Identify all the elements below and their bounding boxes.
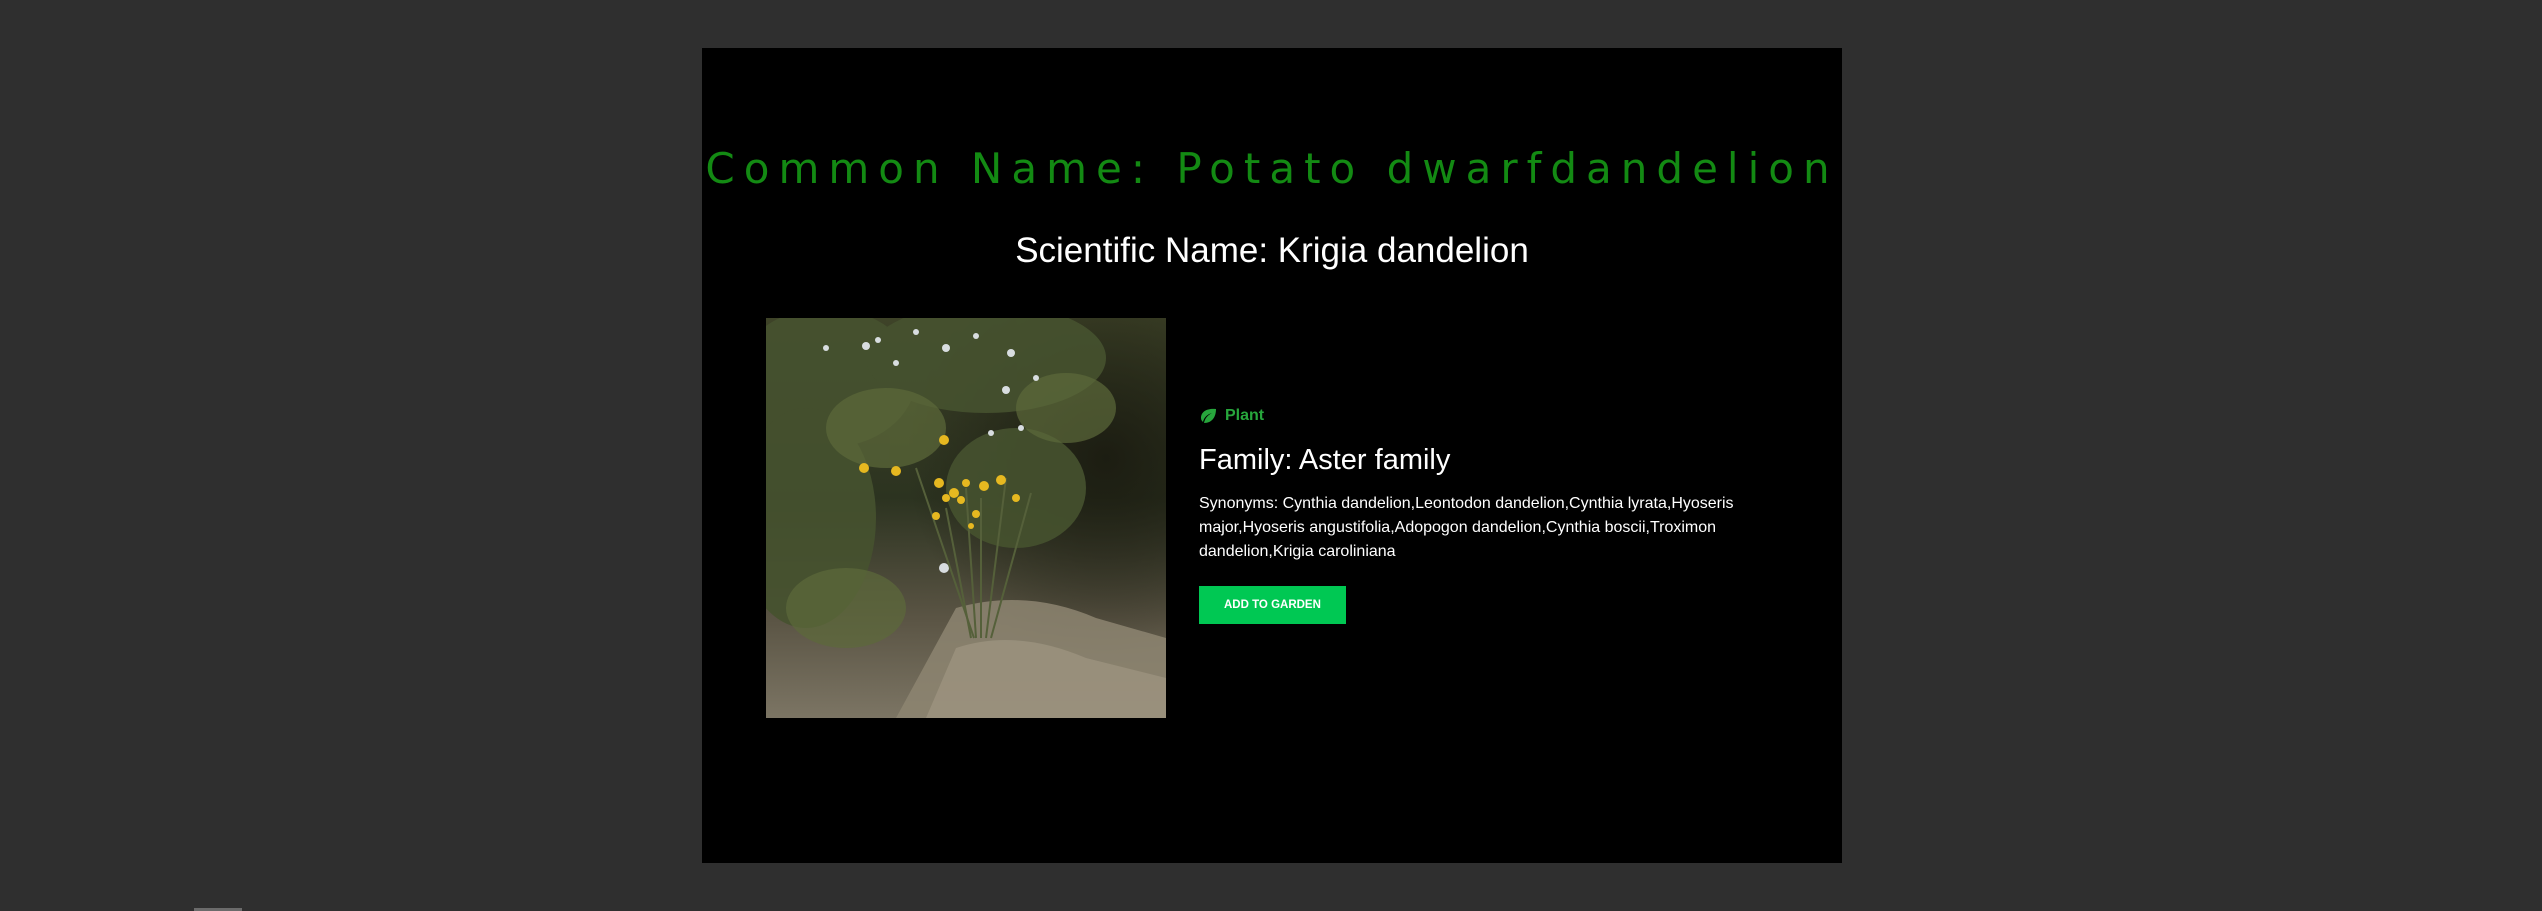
family-heading: Family: Aster family — [1199, 444, 1451, 476]
add-to-garden-button[interactable]: ADD TO GARDEN — [1199, 585, 1346, 624]
leaf-icon — [1199, 408, 1217, 424]
common-name-heading: Common Name: Potato dwarfdandelion — [705, 144, 1839, 193]
scientific-name-heading: Scientific Name: Krigia dandelion — [1015, 231, 1529, 270]
category-label: Plant — [1225, 407, 1265, 424]
synonyms-text: Synonyms: Cynthia dandelion,Leontodon da… — [1199, 494, 1734, 560]
plant-photo — [766, 318, 1166, 718]
category-tag: Plant — [1199, 405, 1759, 427]
plant-info: Plant Family: Aster family Synonyms: Cyn… — [1199, 405, 1759, 624]
plant-card: Common Name: Potato dwarfdandelion Scien… — [702, 48, 1842, 863]
